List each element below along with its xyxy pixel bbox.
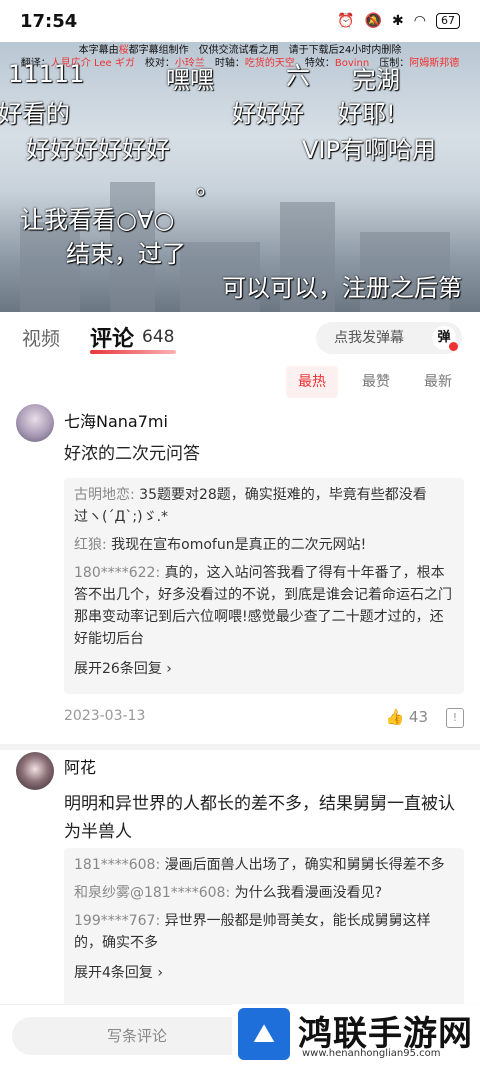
reply-item[interactable]: 和泉纱雾@181****608: 为什么我看漫画没看见? bbox=[74, 882, 454, 904]
thumbs-up-icon: 👍 bbox=[385, 708, 405, 726]
expand-replies-link[interactable]: 展开4条回复 › bbox=[74, 962, 454, 982]
like-count: 43 bbox=[408, 708, 428, 726]
danmaku-text: 。 bbox=[196, 172, 220, 200]
more-options-icon[interactable]: ! bbox=[446, 708, 464, 728]
comment-username[interactable]: 七海Nana7mi bbox=[64, 408, 168, 432]
danmaku-text: 结束，过了 bbox=[66, 240, 186, 268]
avatar[interactable] bbox=[16, 752, 54, 790]
tab-video[interactable]: 视频 bbox=[22, 324, 60, 351]
status-time: 17:54 bbox=[20, 10, 78, 32]
comment-divider bbox=[0, 744, 480, 750]
watermark-logo-icon: ⛰ bbox=[238, 1008, 290, 1060]
comment-text[interactable]: 明明和异世界的人都长的差不多，结果舅舅一直被认为半兽人 bbox=[64, 790, 464, 846]
sort-likes[interactable]: 最赞 bbox=[350, 366, 402, 398]
danmaku-text: 好看的 bbox=[0, 100, 70, 128]
sort-newest[interactable]: 最新 bbox=[412, 366, 464, 398]
expand-replies-link[interactable]: 展开26条回复 › bbox=[74, 658, 454, 678]
danmaku-text: 让我看看○∀○ bbox=[20, 206, 175, 234]
tab-active-indicator bbox=[90, 350, 176, 354]
alarm-icon: ⏰ bbox=[337, 13, 355, 29]
write-comment-input[interactable]: 写条评论 bbox=[12, 1017, 262, 1055]
danmaku-text: VIP有啊哈用 bbox=[302, 136, 436, 164]
danmaku-text: 六 bbox=[286, 62, 310, 90]
danmaku-status-dot bbox=[449, 342, 458, 351]
video-player[interactable]: 本字幕由桜都字幕组制作 仅供交流试看之用 请于下载后24小时内删除 翻译：人見広… bbox=[0, 42, 480, 312]
danmaku-text: 好好好好好好 bbox=[26, 136, 170, 164]
danmaku-toggle-icon[interactable]: 弹 bbox=[432, 326, 458, 351]
sort-hot[interactable]: 最热 bbox=[286, 366, 338, 398]
comment-username[interactable]: 阿花 bbox=[64, 754, 96, 778]
danmaku-text: 可以可以，注册之后第 bbox=[222, 274, 462, 302]
comment-meta: 2023-03-13 👍 43 ! bbox=[64, 708, 464, 732]
reply-item[interactable]: 199****767: 异世界一般都是帅哥美女，能长成舅舅这样的，确实不多 bbox=[74, 910, 454, 954]
watermark: ⛰ 鸿联手游网 www.henanhonglian95.com bbox=[232, 1004, 480, 1066]
danmaku-text: 完湖 bbox=[352, 66, 400, 94]
danmaku-input-button[interactable]: 点我发弹幕 弹 bbox=[316, 322, 462, 354]
comment-count: 648 bbox=[142, 327, 175, 347]
status-icons: ⏰ 🔕 ✱ ◠ 67 bbox=[337, 13, 460, 29]
like-button[interactable]: 👍 43 bbox=[385, 708, 428, 726]
danmaku-text: 好好好 bbox=[232, 100, 304, 128]
bluetooth-icon: ✱ bbox=[392, 13, 404, 29]
comment-date: 2023-03-13 bbox=[64, 708, 146, 724]
wifi-icon: ◠ bbox=[413, 13, 426, 29]
reply-item[interactable]: 古明地恋: 35题要对28题，确实挺难的，毕竟有些都没看过ヽ(´Д`;)ゞ.* bbox=[74, 484, 454, 528]
tab-comments[interactable]: 评论 bbox=[90, 321, 134, 353]
battery-icon: 67 bbox=[436, 13, 460, 29]
subtitle-line-1: 本字幕由桜都字幕组制作 仅供交流试看之用 请于下载后24小时内删除 bbox=[78, 45, 402, 56]
avatar[interactable] bbox=[16, 404, 54, 442]
watermark-url: www.henanhonglian95.com bbox=[302, 1048, 441, 1059]
danmaku-text: 好耶! bbox=[338, 100, 396, 128]
status-bar: 17:54 ⏰ 🔕 ✱ ◠ 67 bbox=[0, 0, 480, 42]
danmaku-text: 11111 bbox=[8, 60, 85, 88]
reply-item[interactable]: 红狼: 我现在宣布omofun是真正的二次元网站! bbox=[74, 534, 454, 556]
mute-icon: 🔕 bbox=[364, 13, 383, 29]
danmaku-placeholder: 点我发弹幕 bbox=[334, 330, 404, 346]
danmaku-text: 嘿嘿 bbox=[166, 66, 214, 94]
reply-item[interactable]: 180****622: 真的，这入站问答我看了得有十年番了，根本答不出几个，好多… bbox=[74, 562, 454, 650]
reply-item[interactable]: 181****608: 漫画后面兽人出场了，确实和舅舅长得差不多 bbox=[74, 854, 454, 876]
reply-box[interactable]: 181****608: 漫画后面兽人出场了，确实和舅舅长得差不多 和泉纱雾@18… bbox=[64, 848, 464, 1008]
reply-box[interactable]: 古明地恋: 35题要对28题，确实挺难的，毕竟有些都没看过ヽ(´Д`;)ゞ.* … bbox=[64, 478, 464, 694]
comment-text[interactable]: 好浓的二次元问答 bbox=[64, 440, 464, 468]
